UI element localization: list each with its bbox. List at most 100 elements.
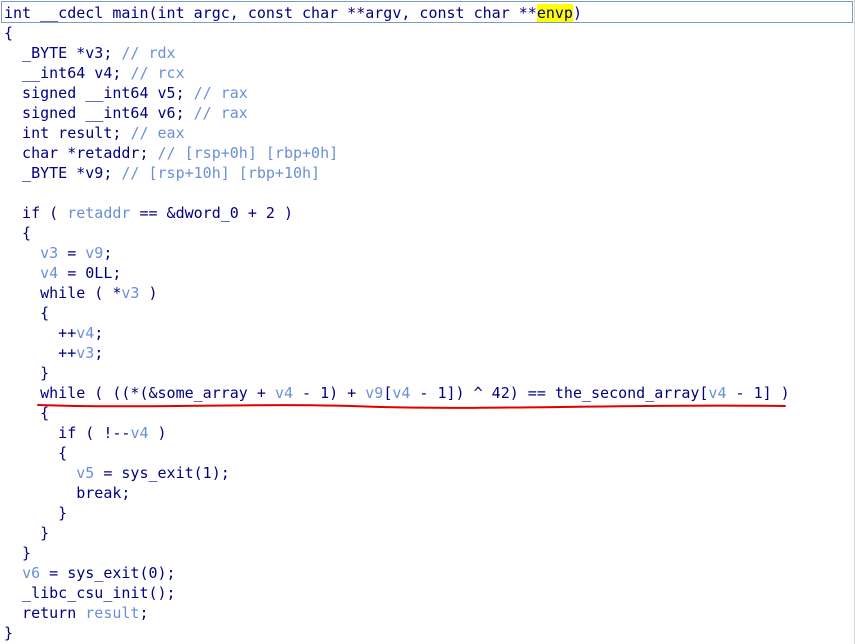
code-comment[interactable]: // rax [194, 104, 248, 122]
code-variable[interactable]: retaddr [67, 204, 130, 222]
code-variable[interactable]: v4 [76, 324, 94, 342]
code-line[interactable]: signed __int64 v5; // rax [4, 83, 790, 103]
code-variable[interactable]: v3 [76, 344, 94, 362]
code-line[interactable]: { [4, 303, 790, 323]
code-line[interactable]: char *retaddr; // [rsp+0h] [rbp+0h] [4, 143, 790, 163]
code-token[interactable]: signed __int64 v5; [4, 84, 194, 102]
code-variable[interactable]: result [85, 604, 139, 622]
code-token[interactable]: while ( * [4, 284, 121, 302]
code-token[interactable]: - 1) + [293, 384, 365, 402]
code-variable[interactable]: v6 [22, 564, 40, 582]
code-token[interactable]: ; [94, 324, 103, 342]
code-token[interactable]: { [4, 404, 49, 422]
code-variable[interactable]: v4 [130, 424, 148, 442]
code-token[interactable]: ) [573, 4, 582, 22]
code-line[interactable]: } [4, 503, 790, 523]
code-comment[interactable]: // [rsp+0h] [rbp+0h] [158, 144, 339, 162]
code-token[interactable] [4, 464, 76, 482]
code-token[interactable]: = sys_exit(0); [40, 564, 175, 582]
code-variable[interactable]: v4 [392, 384, 410, 402]
code-line[interactable]: v3 = v9; [4, 243, 790, 263]
code-line[interactable]: } [4, 623, 790, 643]
code-line[interactable]: int result; // eax [4, 123, 790, 143]
code-token[interactable]: = 0LL; [58, 264, 121, 282]
code-token[interactable]: - 1] ) [726, 384, 790, 402]
code-token[interactable]: - 1]) ^ 42) == the_second_array[ [410, 384, 708, 402]
code-token[interactable]: int __cdecl main(int argc, const char **… [4, 4, 537, 22]
code-line[interactable]: _BYTE *v9; // [rsp+10h] [rbp+10h] [4, 163, 790, 183]
code-comment[interactable]: // eax [130, 124, 184, 142]
code-line[interactable]: int __cdecl main(int argc, const char **… [4, 3, 790, 23]
code-line[interactable]: { [4, 403, 790, 423]
code-token[interactable]: while ( ((*(&some_array + [4, 384, 275, 402]
code-token[interactable]: } [4, 504, 67, 522]
pseudocode-text[interactable]: int __cdecl main(int argc, const char **… [4, 3, 790, 643]
code-line[interactable]: _libc_csu_init(); [4, 583, 790, 603]
code-token[interactable]: return [4, 604, 85, 622]
code-variable[interactable]: v4 [708, 384, 726, 402]
code-line[interactable]: { [4, 23, 790, 43]
code-token[interactable]: ; [103, 244, 112, 262]
code-token[interactable]: { [4, 224, 31, 242]
code-token[interactable]: ; [139, 604, 148, 622]
code-line[interactable]: if ( retaddr == &dword_0 + 2 ) [4, 203, 790, 223]
code-token[interactable]: = [58, 244, 85, 262]
code-line[interactable]: _BYTE *v3; // rdx [4, 43, 790, 63]
pseudocode-view[interactable]: int __cdecl main(int argc, const char **… [0, 0, 855, 644]
code-token[interactable]: } [4, 364, 49, 382]
code-variable[interactable]: v3 [121, 284, 139, 302]
code-token[interactable] [4, 244, 40, 262]
code-line[interactable]: } [4, 543, 790, 563]
code-line[interactable]: v4 = 0LL; [4, 263, 790, 283]
code-token[interactable]: break; [4, 484, 130, 502]
code-comment[interactable]: // rcx [130, 64, 184, 82]
code-line[interactable]: { [4, 223, 790, 243]
code-line[interactable]: ++v3; [4, 343, 790, 363]
code-line[interactable]: } [4, 523, 790, 543]
code-token[interactable]: __int64 v4; [4, 64, 130, 82]
code-token[interactable]: ; [94, 344, 103, 362]
code-token[interactable]: } [4, 624, 13, 642]
code-token[interactable]: } [4, 544, 31, 562]
code-variable[interactable]: v9 [85, 244, 103, 262]
code-token[interactable]: { [4, 24, 13, 42]
code-variable[interactable]: v4 [275, 384, 293, 402]
code-line[interactable]: while ( *v3 ) [4, 283, 790, 303]
code-line[interactable]: ++v4; [4, 323, 790, 343]
code-line[interactable]: __int64 v4; // rcx [4, 63, 790, 83]
code-token[interactable] [4, 264, 40, 282]
code-token[interactable]: { [4, 304, 49, 322]
code-line[interactable]: } [4, 363, 790, 383]
code-line[interactable]: signed __int64 v6; // rax [4, 103, 790, 123]
code-token[interactable]: } [4, 524, 49, 542]
code-line[interactable] [4, 183, 790, 203]
code-token[interactable]: ) [149, 424, 167, 442]
code-variable[interactable]: v4 [40, 264, 58, 282]
code-token[interactable]: ++ [4, 324, 76, 342]
code-token[interactable]: { [4, 444, 67, 462]
code-token[interactable]: ++ [4, 344, 76, 362]
code-line[interactable]: { [4, 443, 790, 463]
code-token[interactable]: signed __int64 v6; [4, 104, 194, 122]
code-line[interactable]: v5 = sys_exit(1); [4, 463, 790, 483]
code-token[interactable]: = sys_exit(1); [94, 464, 229, 482]
code-line[interactable]: return result; [4, 603, 790, 623]
code-variable[interactable]: v9 [365, 384, 383, 402]
code-token[interactable] [4, 564, 22, 582]
code-line[interactable]: if ( !--v4 ) [4, 423, 790, 443]
code-token[interactable]: _BYTE *v3; [4, 44, 121, 62]
code-line[interactable]: v6 = sys_exit(0); [4, 563, 790, 583]
highlighted-token[interactable]: envp [536, 4, 573, 22]
code-token[interactable]: [ [383, 384, 392, 402]
code-line[interactable]: break; [4, 483, 790, 503]
code-token[interactable]: char *retaddr; [4, 144, 158, 162]
code-line[interactable]: while ( ((*(&some_array + v4 - 1) + v9[v… [4, 383, 790, 403]
code-comment[interactable]: // [rsp+10h] [rbp+10h] [121, 164, 320, 182]
code-comment[interactable]: // rdx [121, 44, 175, 62]
code-comment[interactable]: // rax [194, 84, 248, 102]
code-token[interactable]: _BYTE *v9; [4, 164, 121, 182]
code-variable[interactable]: v3 [40, 244, 58, 262]
code-token[interactable]: if ( [4, 204, 67, 222]
code-token[interactable]: ) [139, 284, 157, 302]
code-token[interactable]: int result; [4, 124, 130, 142]
